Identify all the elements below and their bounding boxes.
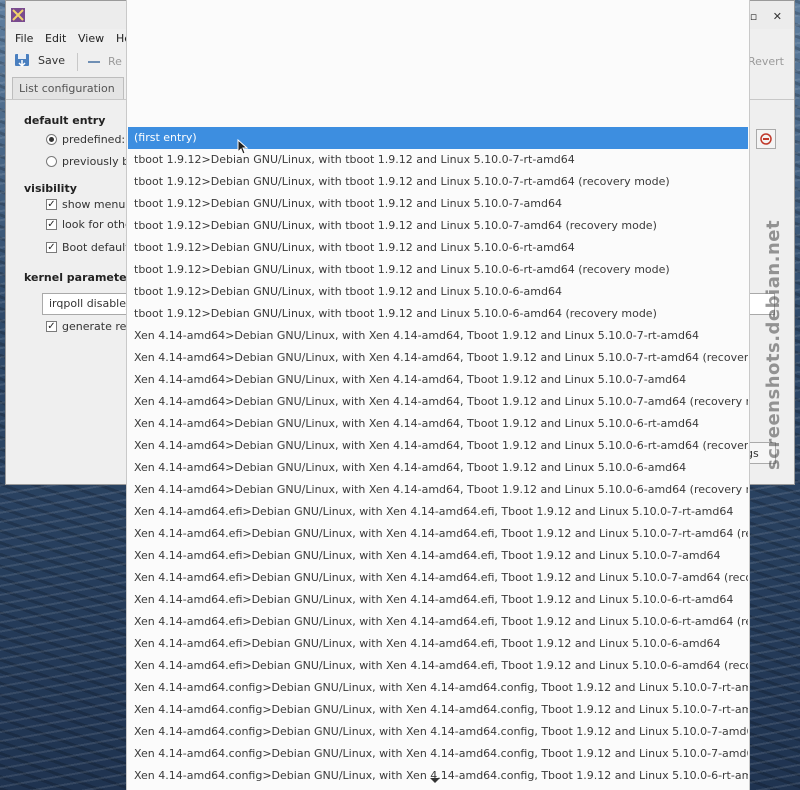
previously-booted-radio[interactable] bbox=[46, 156, 57, 167]
dropdown-item[interactable]: tboot 1.9.12>Debian GNU/Linux, with tboo… bbox=[128, 281, 748, 303]
tab-list-configuration[interactable]: List configuration bbox=[12, 77, 124, 100]
save-icon bbox=[15, 54, 29, 68]
dropdown-item[interactable]: Xen 4.14-amd64.efi>Debian GNU/Linux, wit… bbox=[128, 567, 748, 589]
reset-icon bbox=[760, 133, 772, 145]
dropdown-item[interactable]: Xen 4.14-amd64.efi>Debian GNU/Linux, wit… bbox=[128, 633, 748, 655]
mouse-cursor-icon bbox=[237, 139, 249, 155]
dropdown-item[interactable]: Xen 4.14-amd64.config>Debian GNU/Linux, … bbox=[128, 765, 748, 787]
dropdown-item[interactable]: tboot 1.9.12>Debian GNU/Linux, with tboo… bbox=[128, 259, 748, 281]
default-entry-heading: default entry bbox=[24, 114, 106, 127]
menu-edit[interactable]: Edit bbox=[45, 32, 66, 45]
save-label: Save bbox=[38, 53, 66, 67]
app-icon bbox=[11, 8, 25, 22]
dropdown-item[interactable]: tboot 1.9.12>Debian GNU/Linux, with tboo… bbox=[128, 171, 748, 193]
default-entry-dropdown[interactable]: (first entry) tboot 1.9.12>Debian GNU/Lin… bbox=[126, 0, 750, 790]
dropdown-item[interactable]: Xen 4.14-amd64.efi>Debian GNU/Linux, wit… bbox=[128, 501, 748, 523]
dropdown-item[interactable]: Xen 4.14-amd64.config>Debian GNU/Linux, … bbox=[128, 743, 748, 765]
dropdown-item[interactable]: tboot 1.9.12>Debian GNU/Linux, with tboo… bbox=[128, 237, 748, 259]
dropdown-item[interactable]: Xen 4.14-amd64.config>Debian GNU/Linux, … bbox=[128, 721, 748, 743]
menu-view[interactable]: View bbox=[78, 32, 104, 45]
minus-icon bbox=[88, 60, 100, 63]
dropdown-item[interactable]: tboot 1.9.12>Debian GNU/Linux, with tboo… bbox=[128, 215, 748, 237]
look-for-other-os-checkbox[interactable]: ✓ bbox=[46, 219, 57, 230]
show-menu-label: show menu bbox=[62, 198, 126, 211]
predefined-radio[interactable] bbox=[46, 134, 57, 145]
dropdown-item[interactable]: Xen 4.14-amd64>Debian GNU/Linux, with Xe… bbox=[128, 479, 748, 501]
dropdown-item[interactable]: Xen 4.14-amd64>Debian GNU/Linux, with Xe… bbox=[128, 435, 748, 457]
menu-file[interactable]: File bbox=[15, 32, 33, 45]
dropdown-item[interactable]: Xen 4.14-amd64>Debian GNU/Linux, with Xe… bbox=[128, 347, 748, 369]
dropdown-item[interactable]: Xen 4.14-amd64>Debian GNU/Linux, with Xe… bbox=[128, 413, 748, 435]
generate-recovery-checkbox[interactable]: ✓ bbox=[46, 321, 57, 332]
dropdown-item[interactable]: Xen 4.14-amd64.efi>Debian GNU/Linux, wit… bbox=[128, 589, 748, 611]
dropdown-item[interactable]: Xen 4.14-amd64>Debian GNU/Linux, with Xe… bbox=[128, 369, 748, 391]
dropdown-item-selected[interactable]: (first entry) bbox=[128, 127, 748, 149]
show-menu-checkbox[interactable]: ✓ bbox=[46, 199, 57, 210]
dropdown-item[interactable]: Xen 4.14-amd64.config>Debian GNU/Linux, … bbox=[128, 699, 748, 721]
boot-default-checkbox[interactable]: ✓ bbox=[46, 242, 57, 253]
save-button[interactable]: Save bbox=[14, 52, 65, 68]
dropdown-item[interactable]: Xen 4.14-amd64.efi>Debian GNU/Linux, wit… bbox=[128, 655, 748, 677]
boot-default-label: Boot default bbox=[62, 241, 130, 254]
dropdown-item[interactable]: Xen 4.14-amd64>Debian GNU/Linux, with Xe… bbox=[128, 325, 748, 347]
predefined-label: predefined: bbox=[62, 133, 126, 146]
dropdown-item[interactable]: Xen 4.14-amd64.efi>Debian GNU/Linux, wit… bbox=[128, 611, 748, 633]
remove-label: Re bbox=[108, 55, 122, 68]
kernel-parameters-heading: kernel parameters bbox=[24, 271, 139, 284]
revert-label: Revert bbox=[747, 55, 784, 68]
dropdown-item[interactable]: tboot 1.9.12>Debian GNU/Linux, with tboo… bbox=[128, 193, 748, 215]
toolbar-separator bbox=[77, 53, 78, 71]
dropdown-item[interactable]: Xen 4.14-amd64.config>Debian GNU/Linux, … bbox=[128, 677, 748, 699]
dropdown-item[interactable]: tboot 1.9.12>Debian GNU/Linux, with tboo… bbox=[128, 303, 748, 325]
dropdown-item[interactable]: Xen 4.14-amd64.efi>Debian GNU/Linux, wit… bbox=[128, 523, 748, 545]
dropdown-item[interactable]: Xen 4.14-amd64.efi>Debian GNU/Linux, wit… bbox=[128, 545, 748, 567]
dropdown-item[interactable]: Xen 4.14-amd64>Debian GNU/Linux, with Xe… bbox=[128, 457, 748, 479]
previously-booted-label: previously bo bbox=[62, 155, 136, 168]
remove-button[interactable]: Re bbox=[88, 55, 122, 68]
dropdown-item[interactable]: Xen 4.14-amd64>Debian GNU/Linux, with Xe… bbox=[128, 391, 748, 413]
watermark: screenshots.debian.net bbox=[763, 219, 784, 470]
dropdown-item[interactable]: tboot 1.9.12>Debian GNU/Linux, with tboo… bbox=[128, 149, 748, 171]
visibility-heading: visibility bbox=[24, 182, 77, 195]
scroll-down-icon[interactable] bbox=[430, 778, 440, 783]
reset-default-button[interactable] bbox=[756, 129, 776, 149]
